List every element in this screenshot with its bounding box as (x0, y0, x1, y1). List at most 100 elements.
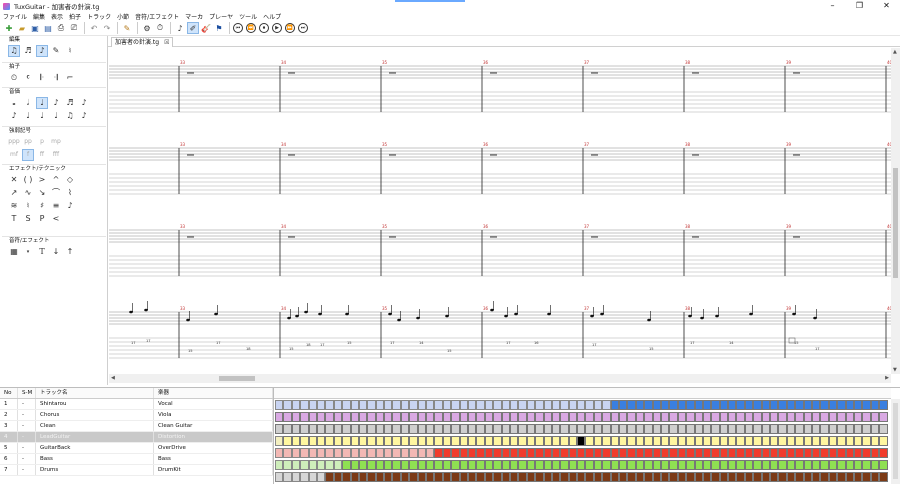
measure-cell[interactable] (358, 400, 368, 410)
measure-cell[interactable] (568, 412, 578, 422)
measure-cell[interactable] (837, 424, 846, 434)
measure-cell[interactable] (417, 424, 427, 434)
measure-cell[interactable] (459, 472, 468, 482)
measure-cell[interactable] (870, 448, 880, 458)
measure-cell[interactable] (744, 460, 754, 470)
measure-cell[interactable] (291, 448, 301, 458)
measure-cell[interactable] (551, 472, 561, 482)
measure-cell[interactable] (644, 424, 653, 434)
measure-cell[interactable] (627, 412, 636, 422)
measure-cell[interactable] (820, 472, 829, 482)
measure-cell[interactable] (543, 472, 552, 482)
measure-cell[interactable] (409, 424, 418, 434)
measure-cell[interactable] (392, 472, 401, 482)
track-row[interactable]: 3- Clean Clean Guitar (0, 421, 273, 432)
measure-cell[interactable] (669, 424, 678, 434)
measure-cell[interactable] (526, 436, 536, 446)
measure-cell[interactable] (442, 472, 452, 482)
measure-cell[interactable] (828, 472, 838, 482)
measure-cell[interactable] (677, 424, 687, 434)
measure-cell[interactable] (467, 412, 477, 422)
measure-cell[interactable] (803, 460, 812, 470)
measure-cell[interactable] (560, 424, 569, 434)
measure-cell[interactable] (803, 400, 812, 410)
measure-cell[interactable] (593, 460, 603, 470)
track-measure-row[interactable] (275, 400, 888, 410)
scroll-left-icon[interactable]: ◀ (111, 375, 115, 381)
measure-cell[interactable] (451, 400, 460, 410)
col-track-name[interactable]: トラック名 (36, 388, 154, 398)
measure-cell[interactable] (400, 460, 410, 470)
measure-cell[interactable] (442, 460, 452, 470)
measure-cell[interactable] (426, 400, 435, 410)
measure-cell[interactable] (820, 424, 829, 434)
measure-cell[interactable] (493, 448, 502, 458)
minimize-button[interactable]: – (819, 0, 846, 12)
measure-cell[interactable] (501, 400, 510, 410)
measure-cell[interactable] (744, 448, 754, 458)
measure-cell[interactable] (518, 448, 527, 458)
scroll-up-icon[interactable]: ▲ (893, 49, 897, 55)
measure-cell[interactable] (493, 472, 502, 482)
measure-cell[interactable] (870, 412, 880, 422)
measure-cell[interactable] (786, 436, 796, 446)
measure-cell[interactable] (467, 424, 477, 434)
measure-cell[interactable] (392, 460, 401, 470)
measure-cell[interactable] (635, 472, 645, 482)
measure-cell[interactable] (585, 436, 594, 446)
measure-cell[interactable] (845, 472, 854, 482)
measure-cell[interactable] (375, 424, 385, 434)
measure-cell[interactable] (820, 400, 829, 410)
measure-cell[interactable] (602, 448, 611, 458)
measure-cell[interactable] (484, 412, 494, 422)
measure-cell[interactable] (283, 400, 292, 410)
measure-cell[interactable] (753, 460, 762, 470)
measure-cell[interactable] (493, 436, 502, 446)
scroll-thumb[interactable] (219, 376, 255, 381)
measure-cell[interactable] (509, 400, 519, 410)
measure-cell[interactable] (325, 448, 334, 458)
measure-cell[interactable] (853, 448, 863, 458)
measure-cell[interactable] (753, 400, 762, 410)
measure-cell[interactable] (736, 436, 745, 446)
measure-cell[interactable] (316, 424, 326, 434)
measure-cell[interactable] (753, 412, 762, 422)
measure-cell[interactable] (291, 460, 301, 470)
menu-composition[interactable]: 拍子 (69, 12, 81, 21)
tuplet-icon[interactable]: ♫ (64, 110, 76, 122)
measure-cell[interactable] (325, 412, 334, 422)
menu-track[interactable]: トラック (87, 12, 111, 21)
measure-cell[interactable] (812, 436, 821, 446)
measure-cell[interactable] (543, 436, 552, 446)
measure-cell[interactable] (786, 448, 796, 458)
measure-cell[interactable] (753, 448, 762, 458)
vibrato-icon[interactable]: ∿ (22, 187, 34, 199)
measure-cell[interactable] (333, 400, 343, 410)
measure-cell[interactable] (677, 400, 687, 410)
measure-cell[interactable] (753, 472, 762, 482)
measure-cell[interactable] (770, 424, 779, 434)
fade-in-icon[interactable]: < (50, 213, 62, 225)
measure-cell[interactable] (409, 412, 418, 422)
measure-cell[interactable] (367, 400, 376, 410)
guitar-icon[interactable]: 🎸 (200, 22, 212, 34)
measure-cell[interactable] (392, 448, 401, 458)
measure-cell[interactable] (786, 472, 796, 482)
measure-cell[interactable] (719, 412, 729, 422)
measure-cell[interactable] (342, 472, 351, 482)
measure-cell[interactable] (669, 400, 678, 410)
measure-cell[interactable] (812, 460, 821, 470)
measure-cell[interactable] (577, 472, 586, 482)
measure-cell[interactable] (400, 424, 410, 434)
menu-player[interactable]: プレーヤ (209, 12, 233, 21)
measure-cell[interactable] (367, 448, 376, 458)
measure-cell[interactable] (375, 400, 385, 410)
measure-cell[interactable] (426, 412, 435, 422)
measure-cell[interactable] (711, 448, 720, 458)
measure-cell[interactable] (350, 400, 359, 410)
measure-cell[interactable] (509, 412, 519, 422)
measure-cell[interactable] (476, 400, 485, 410)
measure-cell[interactable] (585, 448, 594, 458)
measure-cell[interactable] (719, 400, 729, 410)
measure-cell[interactable] (476, 436, 485, 446)
